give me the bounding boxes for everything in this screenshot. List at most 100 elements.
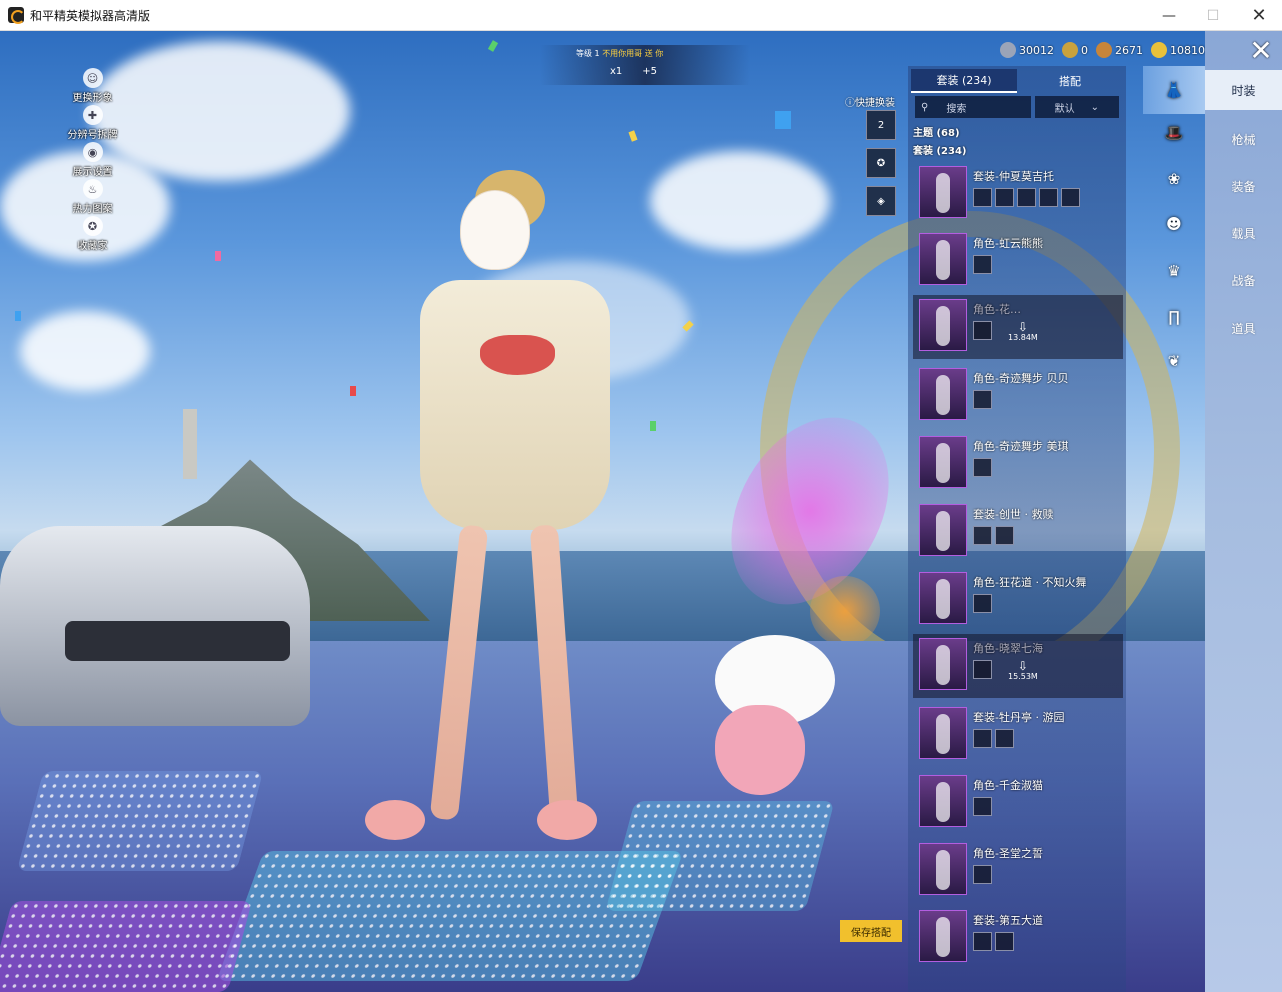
list-item[interactable]: 角色-奇迹舞步 美琪: [913, 432, 1123, 496]
left-menu-display-settings[interactable]: ◉ 展示设置: [55, 142, 130, 179]
list-item[interactable]: 角色-千金淑猫: [913, 771, 1123, 835]
nav-preparation[interactable]: 战备: [1205, 260, 1282, 300]
coin-a-icon: [1062, 42, 1078, 58]
sort-dropdown[interactable]: 默认 ⌄: [1034, 96, 1119, 118]
flame-icon: ♨: [82, 179, 103, 199]
player-character[interactable]: [365, 170, 635, 870]
part-icon[interactable]: [973, 594, 992, 613]
download-size: 13.84M: [1008, 333, 1038, 342]
part-icon[interactable]: [973, 797, 992, 816]
left-menu-change-look[interactable]: ☺ 更换形象: [55, 68, 130, 105]
bunny-heart: [715, 705, 805, 795]
part-icon[interactable]: [995, 932, 1014, 951]
coin-gold-icon: [1151, 42, 1167, 58]
search-input[interactable]: ⚲ 搜索: [915, 96, 1031, 118]
save-outfit-button[interactable]: 保存搭配: [840, 920, 902, 942]
gift-banner[interactable]: 等级 1 不用你用哥 送 你 x1 +5: [540, 45, 750, 85]
shoes-icon[interactable]: ❦: [1161, 348, 1187, 374]
part-icon[interactable]: [973, 729, 992, 748]
part-icon[interactable]: [973, 458, 992, 477]
nav-props[interactable]: 道具: [1205, 308, 1282, 348]
section-theme[interactable]: 主题 (68): [913, 124, 960, 139]
part-icon[interactable]: [973, 526, 992, 545]
maximize-button[interactable]: ☐: [1190, 0, 1236, 31]
hat-icon[interactable]: 🎩: [1161, 120, 1187, 146]
currency-bar: 30012 0 2671 108105: [1000, 40, 1212, 60]
list-item[interactable]: 套装-创世 · 救赎: [913, 500, 1123, 564]
part-icon[interactable]: [1039, 188, 1058, 207]
download-badge[interactable]: ⇩ 15.53M: [1008, 660, 1038, 681]
character-dress: [420, 280, 610, 530]
collector-badge-icon: ✪: [82, 216, 103, 236]
nav-fashion[interactable]: 时装: [1205, 70, 1282, 110]
left-menu-label: 更换形象: [72, 93, 113, 104]
list-item[interactable]: 角色-奇迹舞步 贝贝: [913, 364, 1123, 428]
part-icon[interactable]: [973, 865, 992, 884]
currency-bronze[interactable]: 2671: [1096, 42, 1143, 58]
wardrobe-panel: 套装 (234) 搭配 ⚲ 搜索 默认 ⌄ 主题 (68) 套装 (234) 套…: [908, 66, 1126, 992]
currency-gold[interactable]: 108105: [1151, 42, 1212, 58]
list-item[interactable]: 角色-狂花道 · 不知火舞: [913, 568, 1123, 632]
character-leg-right: [529, 524, 579, 821]
part-icon[interactable]: [973, 255, 992, 274]
item-thumbnail: [919, 638, 967, 690]
part-icon[interactable]: [973, 660, 992, 679]
part-icon[interactable]: [973, 188, 992, 207]
list-item[interactable]: 角色-圣堂之誓: [913, 839, 1123, 903]
part-icon[interactable]: [995, 526, 1014, 545]
list-item[interactable]: 角色-花… ⇩ 13.84M: [913, 295, 1123, 359]
part-icon[interactable]: [973, 390, 992, 409]
part-icon[interactable]: [973, 932, 992, 951]
left-menu-heat-pattern[interactable]: ♨ 热力图案: [55, 179, 130, 216]
pants-icon[interactable]: ∏: [1161, 304, 1187, 330]
game-app: 和平精英模拟器高清版 — ☐ ✕ ☺ 更换形象 ✚ 分辨号拆牌 ◉ 展示设置 ♨…: [0, 0, 1282, 992]
part-icon[interactable]: [995, 729, 1014, 748]
download-badge[interactable]: ⇩ 13.84M: [1008, 321, 1038, 342]
panel-tabs: 套装 (234) 搭配: [911, 69, 1123, 93]
part-icon[interactable]: [973, 321, 992, 340]
minimize-button[interactable]: —: [1146, 0, 1192, 31]
quick-swap-label[interactable]: ⓘ快捷换装: [845, 94, 895, 109]
list-item[interactable]: 套装-第五大道: [913, 906, 1123, 970]
left-menu-label: 分辨号拆牌: [67, 130, 118, 141]
list-item[interactable]: 角色-虹云熊熊: [913, 229, 1123, 293]
pet-bunny[interactable]: [705, 635, 845, 815]
part-icon[interactable]: [1061, 188, 1080, 207]
coin-bronze-icon: [1096, 42, 1112, 58]
left-menu-split[interactable]: ✚ 分辨号拆牌: [55, 105, 130, 142]
item-parts: [973, 660, 992, 679]
nav-guns[interactable]: 枪械: [1205, 119, 1282, 159]
list-item[interactable]: 套装-牡丹亭 · 游园: [913, 703, 1123, 767]
character-mask: [460, 190, 530, 270]
quick-swap-slot-2[interactable]: 2: [866, 110, 896, 140]
list-item[interactable]: 角色-晓翠七海 ⇩ 15.53M: [913, 634, 1123, 698]
confetti: [15, 311, 21, 321]
item-thumbnail: [919, 572, 967, 624]
part-icon[interactable]: [1017, 188, 1036, 207]
close-window-button[interactable]: ✕: [1236, 0, 1282, 31]
close-icon[interactable]: ✕: [1246, 37, 1276, 67]
left-menu-collector[interactable]: ✪ 收藏家: [55, 216, 130, 253]
vehicle-grille: [65, 621, 290, 661]
tab-match[interactable]: 搭配: [1017, 69, 1123, 93]
tab-suits[interactable]: 套装 (234): [911, 69, 1017, 93]
list-item[interactable]: 套装-仲夏莫吉托: [913, 162, 1123, 226]
quick-swap-text: 快捷换装: [855, 98, 895, 109]
item-parts: [973, 390, 992, 409]
currency-a[interactable]: 0: [1062, 42, 1088, 58]
bonus-count: +5: [642, 66, 658, 77]
tower: [183, 409, 197, 479]
face-icon[interactable]: ☻: [1161, 211, 1187, 237]
top-icon[interactable]: ♛: [1161, 258, 1187, 284]
quick-swap-diamond[interactable]: ◈: [866, 186, 896, 216]
coin-silver-icon: [1000, 42, 1016, 58]
currency-silver[interactable]: 30012: [1000, 42, 1054, 58]
banner-line-1: 等级 1 不用你用哥 送 你: [576, 48, 663, 59]
nav-vehicles[interactable]: 载具: [1205, 213, 1282, 253]
outfit-icon[interactable]: 👗: [1143, 66, 1205, 114]
item-thumbnail: [919, 233, 967, 285]
part-icon[interactable]: [995, 188, 1014, 207]
nav-equipment[interactable]: 装备: [1205, 166, 1282, 206]
accessory-icon[interactable]: ❀: [1161, 166, 1187, 192]
quick-swap-badge[interactable]: ✪: [866, 148, 896, 178]
